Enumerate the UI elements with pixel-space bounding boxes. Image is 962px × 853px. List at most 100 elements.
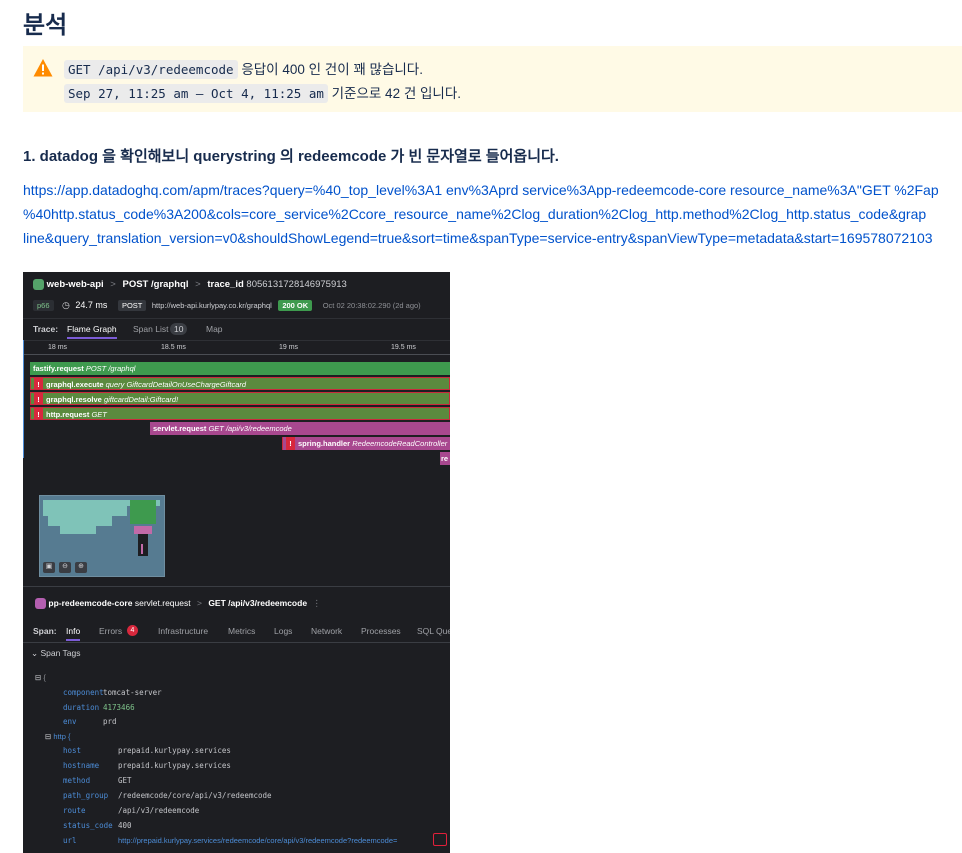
error-count-badge: 4 <box>127 625 138 636</box>
tab-metrics[interactable]: Metrics <box>228 626 255 636</box>
warning-text: 응답이 400 인 건이 꽤 많습니다. <box>237 62 423 77</box>
service-icon <box>33 279 44 290</box>
minimap-bar <box>60 526 96 534</box>
percentile-badge: p66 <box>33 300 54 311</box>
http-tag-list: host prepaid.kurlypay.services hostname … <box>23 746 450 853</box>
flame-span[interactable]: re <box>440 452 450 465</box>
warning-line-2: Sep 27, 11:25 am — Oct 4, 11:25 am 기준으로 … <box>64 82 461 103</box>
tab-info[interactable]: Info <box>66 626 81 641</box>
divider <box>23 586 450 587</box>
json-root: ⊟ { <box>35 673 46 682</box>
chevron-down-icon: ⌄ <box>31 648 39 658</box>
trace-tabs: Trace: Flame Graph Span List 10 Map <box>33 323 450 339</box>
tab-map[interactable]: Map <box>206 324 223 334</box>
warning-triangle-icon <box>33 59 53 77</box>
chevron-right-icon: > <box>110 279 116 291</box>
flame-span[interactable]: fastify.request POST /graphql <box>30 362 450 375</box>
tag-key: hostname <box>63 761 100 770</box>
span-count-badge: 10 <box>170 323 188 335</box>
status-badge: 200 OK <box>278 300 313 311</box>
tab-flame-graph[interactable]: Flame Graph <box>67 324 117 339</box>
tag-value: 4173466 <box>103 703 135 712</box>
collapse-icon[interactable]: ⊟ <box>35 673 41 682</box>
time-axis: 18 ms 18.5 ms 19 ms 19.5 ms <box>23 344 450 358</box>
tag-value: 400 <box>118 821 132 830</box>
span-tags-toggle[interactable]: ⌄ Span Tags <box>31 648 450 659</box>
flame-span[interactable]: ! graphql.resolve giftcardDetail:Giftcard… <box>30 392 450 405</box>
flame-span[interactable]: ! http.request GET <box>30 407 450 420</box>
tick-label: 18.5 ms <box>161 344 186 351</box>
timestamp: Oct 02 20:38:02.290 (2d ago) <box>322 301 421 310</box>
service-icon <box>35 598 46 610</box>
error-icon: ! <box>34 408 43 419</box>
tag-key: method <box>63 776 91 785</box>
error-icon: ! <box>286 437 295 450</box>
error-icon: ! <box>34 378 43 389</box>
tag-value: prepaid.kurlypay.services <box>118 746 231 755</box>
link-line[interactable]: %40http.status_code%3A200&cols=core_serv… <box>23 202 962 226</box>
divider <box>23 340 450 341</box>
chevron-right-icon: > <box>195 279 201 291</box>
tag-key: path_group <box>63 791 109 800</box>
operation-name: POST /graphql <box>122 279 189 291</box>
tag-value: tomcat-server <box>103 688 162 697</box>
minimap-viewport <box>130 500 156 524</box>
flame-minimap[interactable]: ▣ ⊖ ⊕ <box>39 495 165 577</box>
tag-value: GET <box>118 776 132 785</box>
cursor-line <box>23 340 24 458</box>
http-group[interactable]: ⊟ http { <box>45 732 71 741</box>
span-service: pp-redeemcode-core <box>48 598 133 608</box>
span-breadcrumb: pp-redeemcode-core servlet.request > GET… <box>35 598 450 610</box>
trace-tabs-label: Trace: <box>33 324 59 334</box>
datadog-trace-screenshot: web-web-api > POST /graphql > trace_id 8… <box>23 272 450 853</box>
link-line[interactable]: https://app.datadoghq.com/apm/traces?que… <box>23 178 962 202</box>
reset-zoom-icon[interactable]: ▣ <box>43 562 55 573</box>
tag-key: duration <box>63 703 100 712</box>
datadog-trace-link[interactable]: https://app.datadoghq.com/apm/traces?que… <box>23 178 962 250</box>
tag-key: host <box>63 746 82 755</box>
tab-infrastructure[interactable]: Infrastructure <box>158 626 208 636</box>
warning-panel: GET /api/v3/redeemcode 응답이 400 인 건이 꽤 많습… <box>23 46 962 112</box>
minimap-bar <box>134 526 152 534</box>
tag-value: prepaid.kurlypay.services <box>118 761 231 770</box>
inline-code: Sep 27, 11:25 am — Oct 4, 11:25 am <box>64 84 328 103</box>
zoom-in-icon[interactable]: ⊕ <box>75 562 87 573</box>
minimap-bar <box>43 506 127 516</box>
tick-label: 19.5 ms <box>391 344 416 351</box>
span-operation: servlet.request <box>134 598 191 608</box>
tab-sql-queries[interactable]: SQL Que <box>417 626 450 636</box>
tag-value: /api/v3/redeemcode <box>118 806 200 815</box>
tab-span-list[interactable]: Span List <box>133 324 168 334</box>
zoom-out-icon[interactable]: ⊖ <box>59 562 71 573</box>
divider <box>23 642 450 643</box>
flame-span[interactable]: ! spring.handler RedeemcodeReadController <box>282 437 450 450</box>
minimap-bar <box>141 544 143 554</box>
tag-key: component <box>63 688 104 697</box>
trace-meta: p66 ◷ 24.7 ms POST http://web-api.kurlyp… <box>33 300 450 311</box>
span-tabs: Span: Info Errors 4 Infrastructure Metri… <box>33 625 450 641</box>
trace-breadcrumb: web-web-api > POST /graphql > trace_id 8… <box>33 279 450 290</box>
clock-icon: ◷ <box>62 300 70 310</box>
tab-network[interactable]: Network <box>311 626 342 636</box>
collapse-icon[interactable]: ⊟ <box>45 732 51 741</box>
tag-key: route <box>63 806 86 815</box>
flame-span[interactable]: servlet.request GET /api/v3/redeemcode <box>150 422 450 435</box>
service-name: web-web-api <box>46 279 104 291</box>
tab-logs[interactable]: Logs <box>274 626 292 636</box>
http-label: http { <box>53 732 71 741</box>
trace-id: 8056131728146975913 <box>246 279 347 291</box>
link-line[interactable]: line&query_translation_version=v0&should… <box>23 226 962 250</box>
error-icon: ! <box>34 393 43 404</box>
warning-line-1: GET /api/v3/redeemcode 응답이 400 인 건이 꽤 많습… <box>64 58 423 79</box>
tab-processes[interactable]: Processes <box>361 626 401 636</box>
tick-label: 19 ms <box>279 344 299 351</box>
tag-value: prd <box>103 717 117 726</box>
tab-errors[interactable]: Errors <box>99 626 122 636</box>
flame-span[interactable]: ! graphql.execute query GiftcardDetailOnU… <box>30 377 450 390</box>
json-brace: { <box>43 673 46 682</box>
span-tags-label: Span Tags <box>40 648 81 658</box>
method-badge: POST <box>117 300 147 311</box>
more-icon[interactable]: ⋮ <box>312 598 321 608</box>
divider <box>23 318 450 319</box>
trace-id-label: trace_id <box>207 279 244 291</box>
